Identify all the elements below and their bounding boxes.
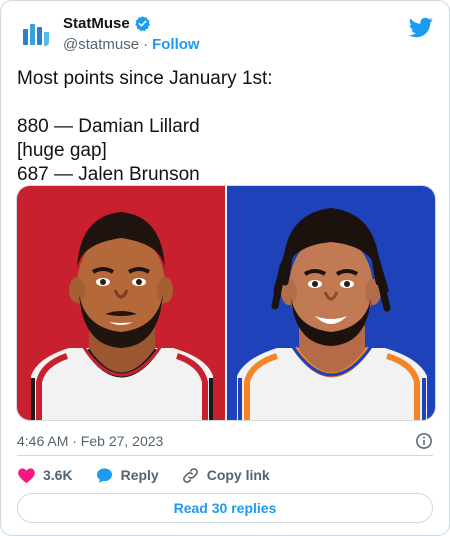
timestamp-row: 4:46 AM · Feb 27, 2023 <box>17 431 433 451</box>
media-panel-left[interactable] <box>17 186 225 420</box>
player-illustration-left <box>31 212 213 420</box>
reply-bubble-icon <box>96 467 112 483</box>
tweet-media[interactable] <box>16 185 436 421</box>
info-icon[interactable] <box>415 432 433 450</box>
statmuse-avatar[interactable] <box>17 15 57 55</box>
account-handle[interactable]: @statmuse <box>63 36 139 53</box>
separator-dot: · <box>143 36 149 53</box>
read-replies-button[interactable]: Read 30 replies <box>17 493 433 523</box>
tweet-card: StatMuse @statmuse · Follow Most points … <box>0 0 450 536</box>
media-panel-right[interactable] <box>227 186 435 420</box>
action-bar: 3.6K Reply Copy link <box>17 464 270 486</box>
tweet-header: StatMuse @statmuse · Follow <box>17 13 433 57</box>
link-icon <box>182 467 198 483</box>
reply-label: Reply <box>120 467 159 483</box>
like-count: 3.6K <box>43 467 73 483</box>
name-row: StatMuse <box>63 15 151 32</box>
heart-icon <box>18 467 35 483</box>
like-button[interactable]: 3.6K <box>17 466 73 485</box>
copy-link-label: Copy link <box>206 467 270 483</box>
follow-link[interactable]: Follow <box>152 36 200 53</box>
reply-button[interactable]: Reply <box>95 466 159 485</box>
twitter-bird-icon[interactable] <box>409 15 433 39</box>
divider <box>17 455 433 456</box>
handle-row: @statmuse · Follow <box>63 36 200 53</box>
copy-link-button[interactable]: Copy link <box>181 466 270 485</box>
tweet-timestamp[interactable]: 4:46 AM · Feb 27, 2023 <box>17 433 163 449</box>
statmuse-logo-icon <box>23 24 49 46</box>
verified-badge-icon <box>134 16 150 32</box>
player-illustration-right <box>237 208 427 420</box>
tweet-text: Most points since January 1st: 880 — Dam… <box>17 68 273 185</box>
display-name[interactable]: StatMuse <box>63 15 130 32</box>
